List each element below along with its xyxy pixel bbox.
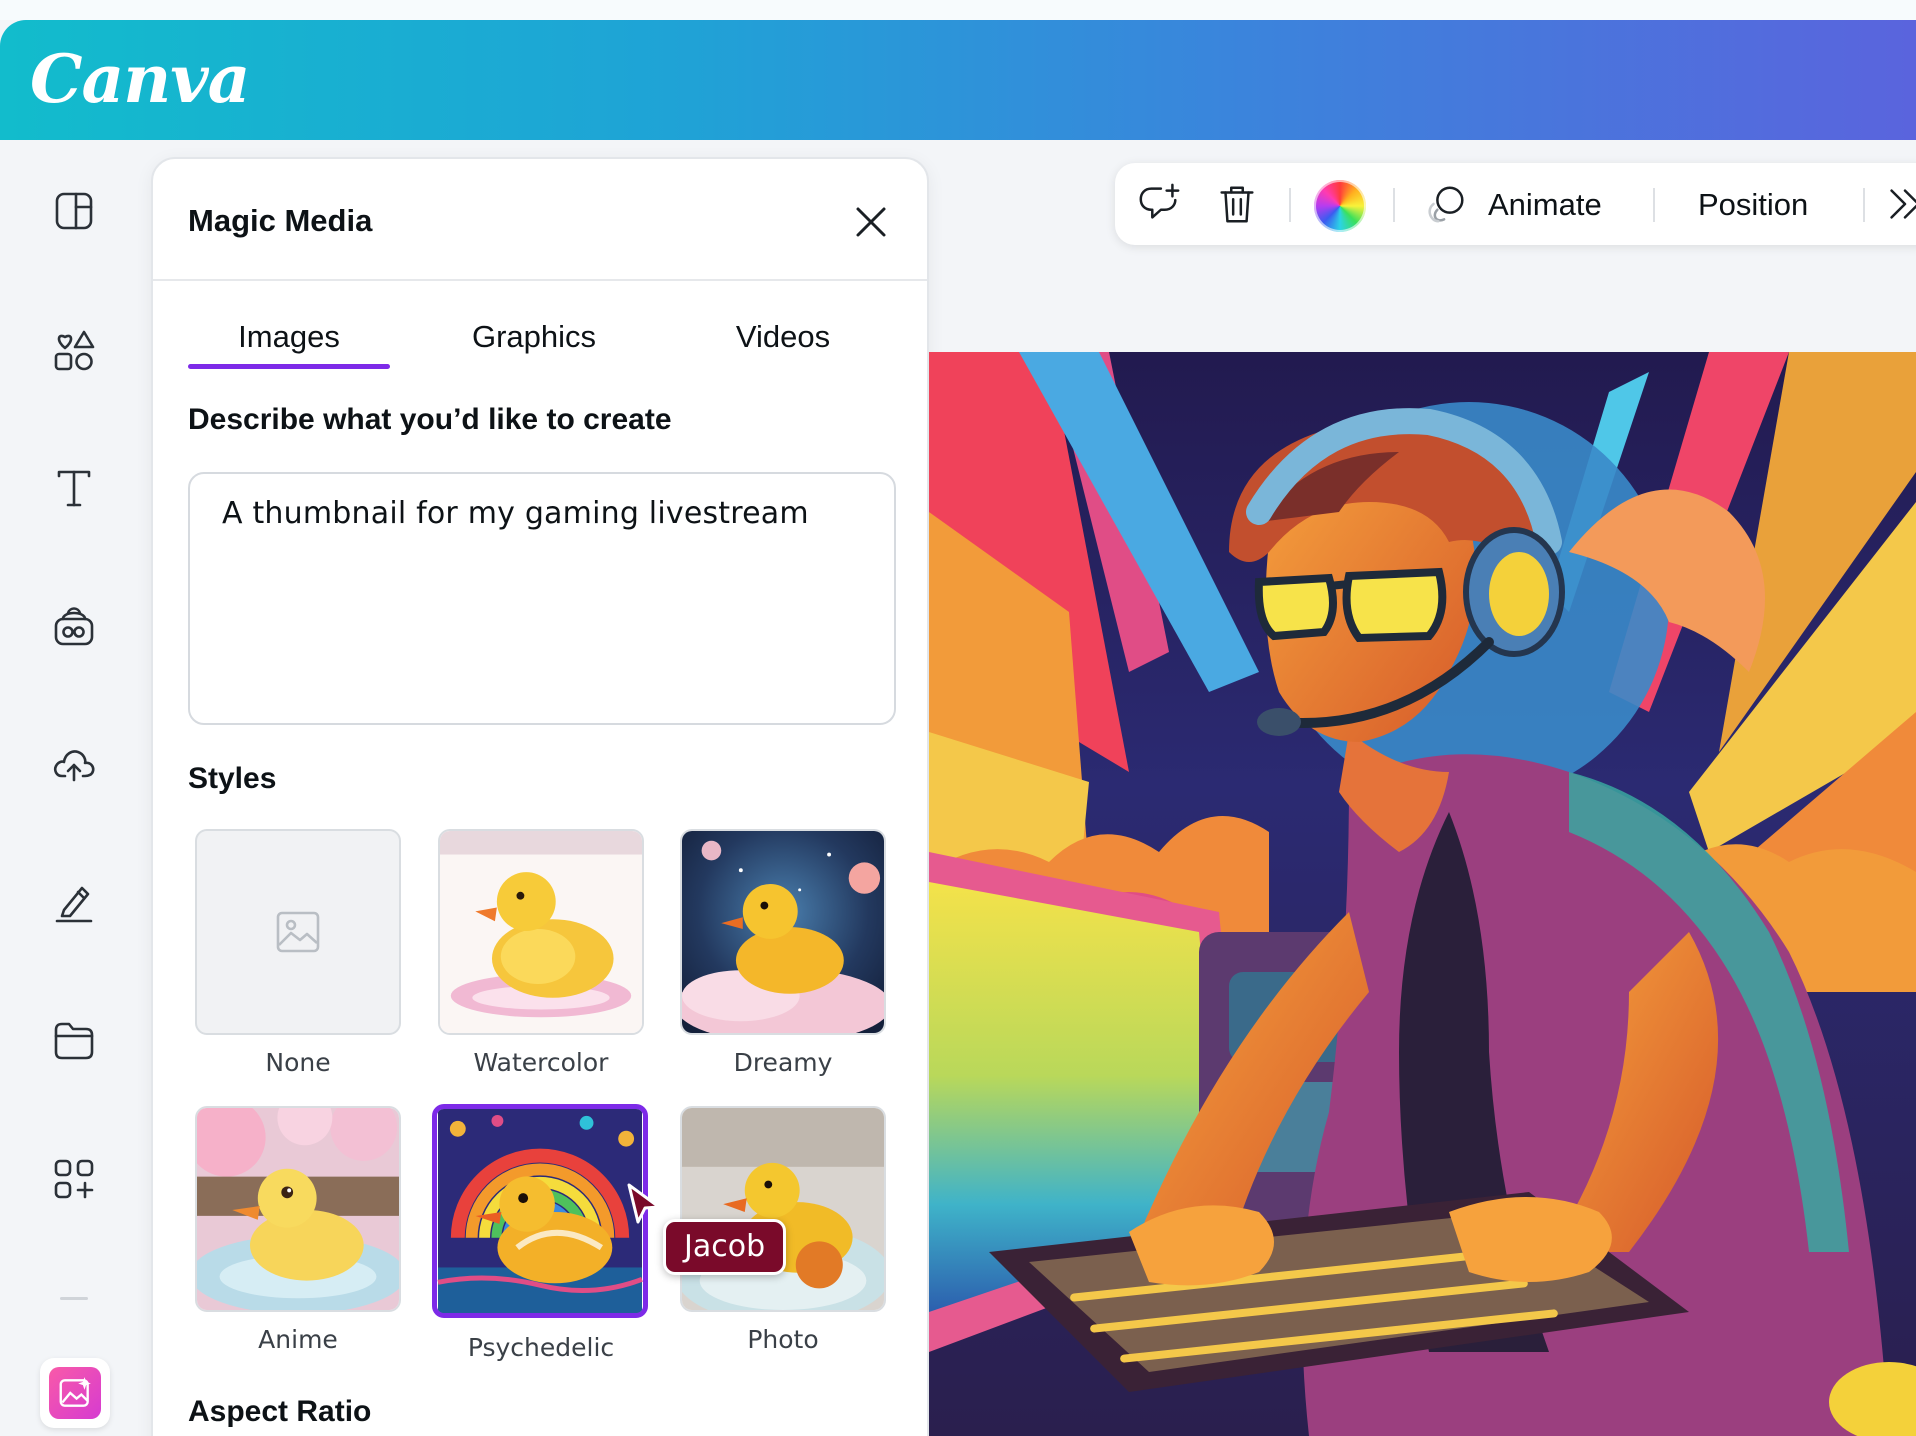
collaborator-cursor-icon xyxy=(627,1183,661,1224)
magic-media-panel: Magic Media Images Graphics Videos Descr… xyxy=(151,157,929,1436)
panel-divider xyxy=(153,279,927,281)
shapes-icon xyxy=(54,330,95,371)
style-caption-anime: Anime xyxy=(258,1325,338,1354)
prompt-textarea[interactable]: A thumbnail for my gaming livestream xyxy=(188,472,896,725)
color-picker-button[interactable] xyxy=(1314,180,1366,232)
animate-icon-wrap[interactable] xyxy=(1422,180,1470,228)
image-placeholder-icon xyxy=(276,911,320,953)
gamer-illustration xyxy=(929,352,1916,1436)
duck-photo-thumbnail xyxy=(682,1108,884,1310)
prompt-label: Describe what you’d like to create xyxy=(188,403,672,436)
canva-logo[interactable]: Canva xyxy=(30,40,250,118)
styles-label: Styles xyxy=(188,762,277,795)
toolbar-separator xyxy=(1863,188,1865,222)
style-caption-watercolor: Watercolor xyxy=(473,1048,609,1077)
text-icon xyxy=(57,470,91,507)
style-card-photo[interactable] xyxy=(680,1106,886,1312)
position-button[interactable]: Position xyxy=(1698,181,1808,229)
tab-videos[interactable]: Videos xyxy=(683,307,883,367)
app-header: Canva xyxy=(0,20,1916,140)
style-card-none[interactable] xyxy=(195,829,401,1035)
style-caption-psychedelic: Psychedelic xyxy=(467,1333,615,1362)
rail-elements-button[interactable] xyxy=(44,320,104,380)
active-tab-indicator xyxy=(188,364,390,369)
toolbar-separator xyxy=(1393,188,1395,222)
tab-images[interactable]: Images xyxy=(188,307,390,367)
collaborator-name-tag: Jacob xyxy=(663,1219,787,1275)
toolbar-separator xyxy=(1653,188,1655,222)
magic-media-icon xyxy=(49,1367,101,1419)
add-comment-button[interactable] xyxy=(1135,180,1183,228)
element-toolbar: Animate Position xyxy=(1115,163,1916,245)
rail-design-button[interactable] xyxy=(44,181,104,241)
toolbar-separator xyxy=(1289,188,1291,222)
rail-apps-button[interactable] xyxy=(44,1149,104,1209)
style-card-psychedelic[interactable] xyxy=(432,1104,648,1318)
duck-dreamy-thumbnail xyxy=(682,831,884,1033)
rail-projects-button[interactable] xyxy=(44,1010,104,1070)
canvas-artwork[interactable] xyxy=(929,352,1916,1436)
brand-kit-icon xyxy=(54,607,94,646)
style-caption-photo: Photo xyxy=(747,1325,819,1354)
top-strip xyxy=(0,0,1916,20)
style-caption-dreamy: Dreamy xyxy=(733,1048,833,1077)
style-caption-none: None xyxy=(265,1048,331,1077)
pen-icon xyxy=(55,886,93,923)
comment-add-icon xyxy=(1139,183,1180,219)
folder-icon xyxy=(54,1022,94,1060)
layout-icon xyxy=(55,192,93,230)
duck-anime-thumbnail xyxy=(197,1108,399,1310)
style-card-dreamy[interactable] xyxy=(680,829,886,1035)
duck-psychedelic-thumbnail xyxy=(437,1109,643,1313)
animate-icon xyxy=(1428,186,1464,223)
delete-button[interactable] xyxy=(1213,180,1261,228)
rail-magic-media-button[interactable] xyxy=(40,1358,110,1428)
trash-icon xyxy=(1220,186,1254,223)
rail-brand-button[interactable] xyxy=(44,596,104,656)
close-panel-button[interactable] xyxy=(848,199,894,245)
close-icon xyxy=(856,207,886,237)
rail-uploads-button[interactable] xyxy=(44,734,104,794)
style-card-anime[interactable] xyxy=(195,1106,401,1312)
style-card-watercolor[interactable] xyxy=(438,829,644,1035)
duck-watercolor-thumbnail xyxy=(440,831,642,1033)
chevron-double-right-icon xyxy=(1890,189,1916,219)
more-options-button[interactable] xyxy=(1881,180,1916,228)
apps-icon xyxy=(54,1159,94,1199)
panel-title: Magic Media xyxy=(188,203,373,238)
rail-draw-button[interactable] xyxy=(44,872,104,932)
cloud-upload-icon xyxy=(53,750,95,782)
animate-button[interactable]: Animate xyxy=(1488,181,1602,229)
rail-text-button[interactable] xyxy=(44,458,104,518)
left-rail xyxy=(0,140,150,1436)
aspect-ratio-label: Aspect Ratio xyxy=(188,1395,372,1428)
tab-graphics[interactable]: Graphics xyxy=(429,307,639,367)
rail-separator xyxy=(60,1297,88,1300)
